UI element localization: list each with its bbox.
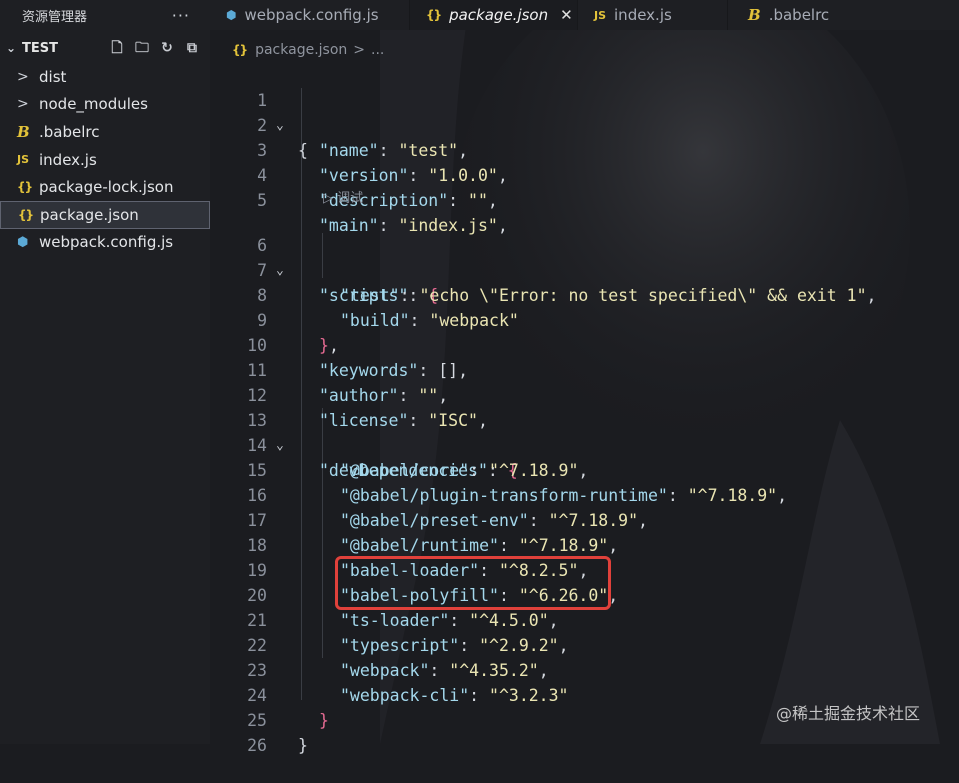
- tree-item-package-json[interactable]: {} package.json: [0, 200, 210, 229]
- tab-index-js[interactable]: JS index.js: [578, 0, 728, 30]
- code-line-5: 5 "main": "index.js",: [210, 163, 959, 235]
- tree-item-label: package.json: [40, 205, 139, 224]
- explorer-title: 资源管理器: [22, 9, 88, 25]
- tab-webpack-config-js[interactable]: ⬢ webpack.config.js: [210, 0, 410, 30]
- chevron-down-icon: ⌄: [5, 41, 17, 55]
- code-line-16: 16 "@babel/preset-env": "^7.18.9",: [210, 458, 959, 530]
- new-file-icon[interactable]: 🗋: [109, 40, 125, 56]
- breadcrumb: {} package.json > ...: [232, 38, 384, 62]
- project-name: TEST: [22, 40, 58, 56]
- code-line-15: 15 "@babel/plugin-transform-runtime": "^…: [210, 433, 959, 505]
- tab-label: index.js: [614, 6, 672, 24]
- tree-item-index-js[interactable]: JS index.js: [0, 146, 210, 174]
- webpack-icon: ⬢: [226, 8, 237, 22]
- tree-item-node-modules[interactable]: > node_modules: [0, 91, 210, 119]
- explorer-sidebar: 资源管理器 ··· ⌄ TEST 🗋 🗀 ↻ ⧉ > dist > node_m…: [0, 0, 210, 744]
- code-line-24: 24 }: [210, 658, 959, 730]
- code-line-3: 3 "version": "1.0.0",: [210, 113, 959, 185]
- breadcrumb-rest[interactable]: ...: [371, 42, 384, 58]
- watermark: @稀土掘金技术社区: [776, 704, 921, 723]
- code-line-4: 4 "description": "",: [210, 138, 959, 210]
- tree-item-label: .babelrc: [39, 122, 100, 141]
- tree-item-webpack-config-js[interactable]: ⬢ webpack.config.js: [0, 229, 210, 257]
- code-line-23: 23 "webpack-cli": "^3.2.3": [210, 633, 959, 705]
- code-line-1: 1 ⌄ {: [210, 63, 959, 160]
- code-line-9: 9 },: [210, 283, 959, 355]
- tree-item-label: index.js: [39, 150, 97, 169]
- tree-item-label: webpack.config.js: [39, 233, 174, 252]
- json-icon: {}: [232, 43, 248, 57]
- json-icon: {}: [426, 8, 442, 22]
- code-line-19: 19 "babel-polyfill": "^6.26.0",: [210, 533, 959, 605]
- code-line-17: 17 "@babel/runtime": "^7.18.9",: [210, 483, 959, 555]
- code-line-22: 22 "webpack": "^4.35.2",: [210, 608, 959, 680]
- code-line-18: 18 "babel-loader": "^8.2.5",: [210, 508, 959, 580]
- collapse-all-icon[interactable]: ⧉: [184, 40, 200, 56]
- code-line-7: 7 "test": "echo \"Error: no test specifi…: [210, 233, 959, 305]
- explorer-header: 资源管理器 ···: [0, 0, 210, 30]
- breadcrumb-separator: >: [353, 42, 366, 58]
- chevron-right-icon: >: [17, 68, 29, 85]
- tree-item-package-lock-json[interactable]: {} package-lock.json: [0, 173, 210, 201]
- refresh-icon[interactable]: ↻: [159, 40, 175, 56]
- tree-item-label: package-lock.json: [39, 178, 174, 197]
- highlight-box: [335, 556, 611, 610]
- debug-codelens[interactable]: ▷ 调试: [323, 187, 363, 206]
- chevron-right-icon: >: [17, 96, 29, 113]
- code-line-13: 13 ⌄ "devDependencies": {: [210, 383, 959, 480]
- code-line-10: 10 "keywords": [],: [210, 308, 959, 380]
- code-line-2: 2 "name": "test",: [210, 88, 959, 160]
- tree-item-label: node_modules: [39, 95, 148, 114]
- json-brace: }: [298, 736, 308, 755]
- js-icon: JS: [17, 153, 30, 167]
- json-icon: {}: [17, 180, 33, 195]
- tree-item-babelrc[interactable]: B .babelrc: [0, 118, 210, 146]
- code-line-11: 11 "author": "",: [210, 333, 959, 405]
- close-icon[interactable]: ✕: [560, 6, 573, 24]
- explorer-actions: 🗋 🗀 ↻ ⧉: [109, 40, 200, 56]
- tree-item-dist[interactable]: > dist: [0, 63, 210, 91]
- webpack-icon: ⬢: [17, 234, 29, 250]
- code-editor[interactable]: 1 ⌄ { 2 "name": "test", 3 "version": "1.…: [210, 63, 959, 755]
- tree-item-label: dist: [39, 67, 67, 86]
- code-line-8: 8 "build": "webpack": [210, 258, 959, 330]
- breadcrumb-file[interactable]: package.json: [255, 42, 347, 58]
- tab-package-json[interactable]: {} package.json ✕: [410, 0, 578, 30]
- project-folder-header[interactable]: ⌄ TEST 🗋 🗀 ↻ ⧉: [0, 36, 210, 60]
- babel-icon: B: [17, 122, 30, 141]
- file-tree: > dist > node_modules B .babelrc JS inde…: [0, 63, 210, 256]
- code-line-14: 14 "@babel/core": "^7.18.9",: [210, 408, 959, 480]
- new-folder-icon[interactable]: 🗀: [134, 40, 150, 56]
- tab-label: package.json: [449, 6, 549, 24]
- code-line-12: 12 "license": "ISC",: [210, 358, 959, 430]
- tab-babelrc[interactable]: B .babelrc: [728, 0, 959, 30]
- more-actions-icon[interactable]: ···: [172, 6, 190, 25]
- js-icon: JS: [594, 8, 607, 22]
- tab-label: .babelrc: [768, 6, 830, 24]
- json-icon: {}: [18, 207, 34, 222]
- editor-tabs: ⬢ webpack.config.js {} package.json ✕ JS…: [210, 0, 959, 30]
- babel-icon: B: [748, 6, 761, 24]
- line-number: 26: [247, 736, 267, 755]
- code-line-6: 6 ⌄ "scripts": {: [210, 208, 959, 305]
- tab-label: webpack.config.js: [244, 6, 379, 24]
